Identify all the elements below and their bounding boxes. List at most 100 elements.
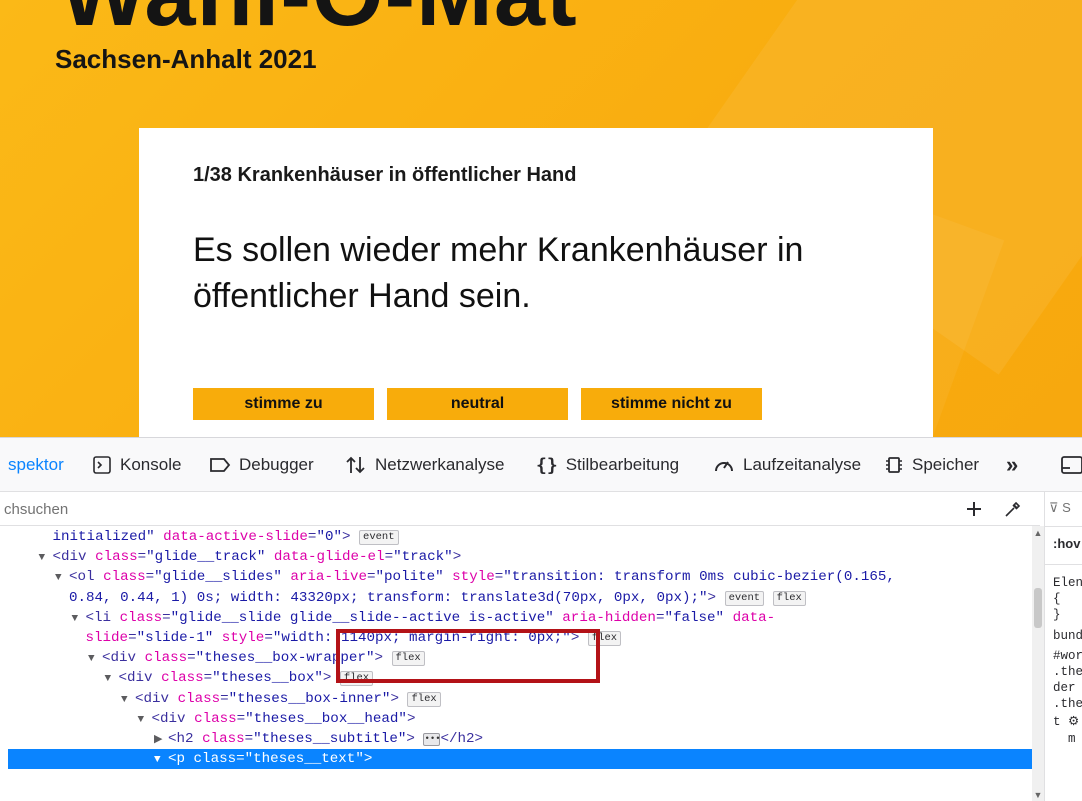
divider (1045, 564, 1082, 565)
tab-performance[interactable]: Laufzeitanalyse (713, 453, 861, 477)
devtools-toolbar: spektor Konsole Debugger Netzwerkanalyse… (0, 438, 1082, 492)
debugger-icon (209, 455, 231, 475)
tag-token: = (128, 630, 137, 646)
dock-icon[interactable] (1058, 454, 1082, 481)
attribute-value: "theses__text" (244, 751, 364, 768)
rule-line: Elen (1053, 576, 1082, 590)
closing-tag: </h2> (440, 731, 484, 747)
attribute-name: class (95, 549, 138, 566)
scroll-thumb[interactable] (1034, 588, 1042, 628)
scroll-up-arrow-icon[interactable]: ▲ (1032, 528, 1044, 538)
tab-style-editor[interactable]: {} Stilbearbeitung (536, 453, 679, 477)
tag-token: <div (102, 650, 145, 667)
tabs-overflow-button[interactable]: » (1006, 452, 1018, 477)
markup-scrollbar[interactable]: ▲ ▼ (1032, 526, 1044, 801)
tag-token: <div (52, 549, 96, 566)
attribute-name: data-glide-el (265, 549, 385, 566)
filter-icon: ⊽ (1049, 500, 1063, 515)
tag-token: = (162, 609, 171, 626)
attribute-name: data- (724, 609, 776, 626)
tag-token: <ol (69, 569, 104, 586)
tab-memory[interactable]: Speicher (884, 453, 979, 477)
collapse-arrow-icon[interactable]: ▼ (88, 649, 102, 669)
markup-node[interactable]: ▼ <li class="glide__slide glide__slide--a… (8, 608, 776, 629)
attribute-name: class (119, 609, 163, 626)
collapse-arrow-icon[interactable]: ▼ (154, 750, 168, 770)
collapse-arrow-icon[interactable]: ▼ (105, 669, 119, 689)
disagree-button[interactable]: stimme nicht zu (581, 388, 762, 420)
tab-inspector[interactable]: spektor (8, 453, 64, 477)
search-html-input[interactable] (4, 498, 904, 520)
tag-token: = (494, 569, 504, 586)
rule-line: t ⚙ (1053, 715, 1080, 729)
markup-node[interactable]: ▼ <div class="theses__box__head"> (8, 709, 416, 730)
attribute-value: "slide-1" (136, 630, 214, 646)
tag-token: = (264, 630, 273, 646)
markup-node[interactable]: ▼ <ol class="glide__slides" aria-live="po… (8, 567, 895, 587)
plus-icon (967, 502, 981, 516)
rules-filter[interactable]: ⊽ S (1049, 500, 1071, 516)
attribute-name: class (103, 569, 146, 586)
eyedropper-button[interactable] (1000, 497, 1026, 521)
flex-badge[interactable]: flex (772, 590, 806, 606)
collapsed-content-badge[interactable]: ••• (423, 733, 441, 746)
tag-token: > (406, 731, 415, 747)
flex-badge[interactable]: flex (407, 691, 441, 707)
performance-icon (713, 455, 735, 475)
attribute-name: class (177, 690, 221, 707)
tag-token: = (187, 650, 196, 667)
collapse-arrow-icon[interactable]: ▼ (55, 568, 69, 588)
markup-node[interactable]: ▶ <h2 class="theses__subtitle"> •••</h2> (8, 729, 483, 749)
markup-node-selected[interactable]: ▼ <p class="theses__text"> (8, 749, 1032, 770)
tab-debugger[interactable]: Debugger (209, 453, 314, 477)
markup-node[interactable]: ▼ <div class="glide__track" data-glide-el… (8, 547, 462, 568)
tag-token: > (363, 751, 373, 768)
markup-node[interactable]: ▼ <div class="theses__box"> flex (8, 668, 374, 689)
tab-label: Laufzeitanalyse (743, 455, 862, 474)
attribute-value: "theses__box__head" (245, 710, 407, 727)
rule-line: m (1053, 732, 1076, 746)
thesis-card: 1/38 Krankenhäuser in öffentlicher Hand … (139, 128, 933, 437)
expand-arrow-icon[interactable]: ▶ (154, 730, 168, 750)
scroll-down-arrow-icon[interactable]: ▼ (1032, 790, 1044, 800)
devtools-panel: spektor Konsole Debugger Netzwerkanalyse… (0, 437, 1082, 801)
attribute-name: aria-hidden (553, 609, 656, 626)
rule-line: .the (1053, 665, 1082, 679)
tab-network[interactable]: Netzwerkanalyse (345, 453, 504, 477)
html-search-bar (0, 492, 1040, 526)
tag-token: <div (118, 670, 162, 687)
vote-buttons: stimme zu neutral stimme nicht zu (193, 388, 762, 420)
tag-token: > (341, 529, 351, 545)
rule-line: der (1053, 681, 1082, 695)
tag-token: <h2 (168, 731, 203, 747)
attribute-name: style (443, 569, 495, 586)
event-badge[interactable]: event (359, 530, 399, 545)
tab-label: Konsole (120, 455, 182, 474)
attribute-value: "track" (393, 549, 453, 566)
event-badge[interactable]: event (724, 590, 765, 606)
network-icon (345, 455, 367, 475)
attribute-name: class (161, 670, 204, 687)
collapse-arrow-icon[interactable]: ▼ (138, 710, 152, 730)
style-editor-icon: {} (536, 454, 558, 476)
tab-console[interactable]: Konsole (92, 453, 181, 477)
markup-node[interactable]: ▼ <div class="theses__box-inner"> flex (8, 689, 441, 709)
attribute-value: initialized" (52, 529, 155, 545)
collapse-arrow-icon[interactable]: ▼ (39, 548, 53, 568)
tag-token: <p (168, 751, 194, 768)
tag-token: = (384, 549, 394, 566)
collapse-arrow-icon[interactable]: ▼ (72, 609, 86, 629)
add-node-button[interactable] (961, 497, 987, 521)
rule-line: #wor (1053, 649, 1082, 663)
collapse-arrow-icon[interactable]: ▼ (121, 690, 135, 710)
wahl-o-mat-page: Wahl-O-Mat Sachsen-Anhalt 2021 1/38 Kran… (0, 0, 1082, 437)
tab-label: spektor (8, 455, 64, 474)
attribute-value: "theses__subtitle" (253, 731, 407, 747)
agree-button[interactable]: stimme zu (193, 388, 374, 420)
rule-line: { (1053, 592, 1061, 606)
tag-token: = (220, 690, 229, 707)
pseudo-class-toggle[interactable]: :hov (1053, 536, 1080, 551)
markup-node[interactable]: 0.84, 0.44, 1) 0s; width: 43320px; trans… (8, 588, 806, 608)
neutral-button[interactable]: neutral (387, 388, 568, 420)
markup-node[interactable]: initialized" data-active-slide="0"> even… (8, 527, 399, 547)
